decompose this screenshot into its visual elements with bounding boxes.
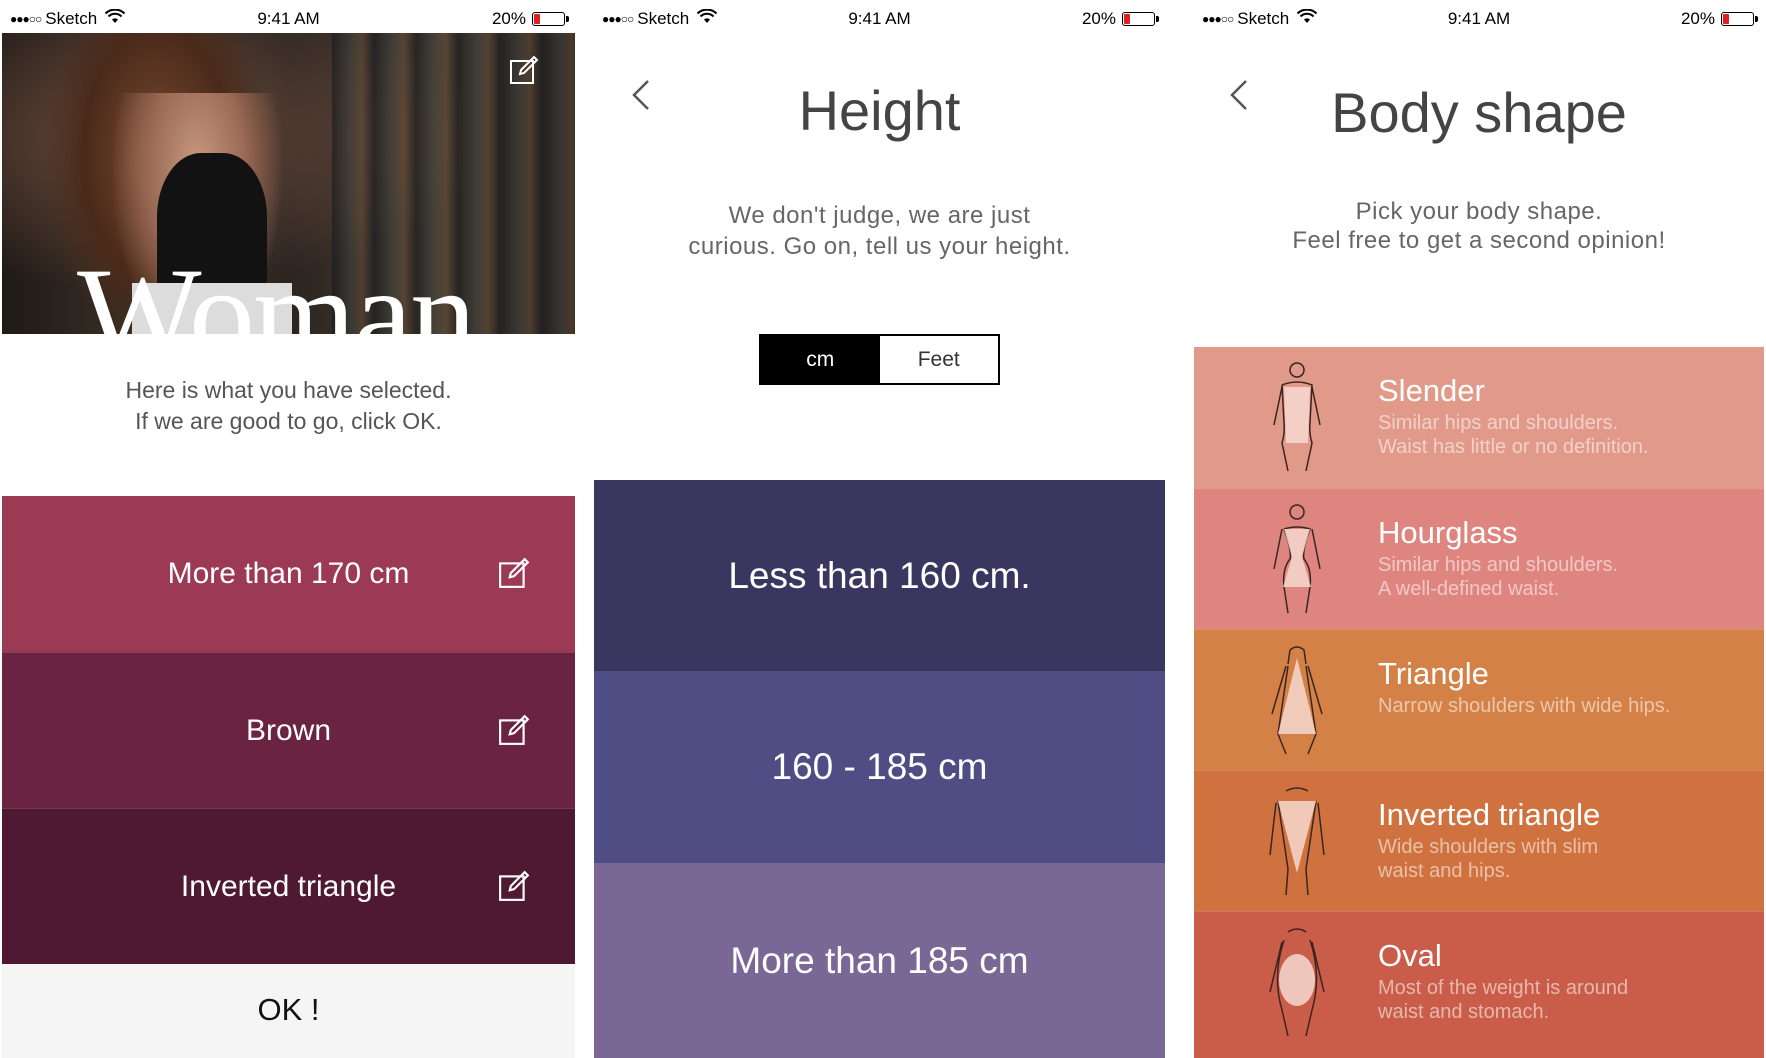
shape-description: Narrow shoulders with wide hips. [1378,694,1748,718]
status-time: 9:41 AM [257,9,320,28]
summary-subtitle: Here is what you have selected. If we ar… [2,375,575,437]
status-time: 9:41 AM [1447,9,1511,28]
battery-icon [1721,12,1758,26]
selection-label: More than 170 cm [167,557,410,590]
page-description: Pick your body shape. Feel free to get a… [1194,197,1764,255]
battery-percent: 20% [1680,9,1715,28]
selection-row-body-shape[interactable]: Inverted triangle [2,808,575,965]
selection-label: Inverted triangle [180,870,397,903]
shape-option-hourglass[interactable]: Hourglass Similar hips and shoulders. A … [1194,488,1764,630]
page-title: Height [798,79,961,142]
inverted-triangle-figure-icon [1264,785,1330,897]
battery-icon [1122,12,1159,26]
shape-description: Wide shoulders with slim waist and hips. [1378,835,1748,883]
height-option[interactable]: Less than 160 cm. [594,480,1165,671]
edit-icon[interactable] [509,55,539,90]
shape-name: Hourglass [1378,515,1518,550]
battery-percent: 20% [1081,9,1116,28]
hourglass-figure-icon [1264,503,1330,615]
triangle-figure-icon [1264,644,1330,756]
shape-description-line: waist and hips. [1378,860,1511,882]
battery-percent: 20% [491,9,526,28]
page-title: Body shape [1331,81,1627,144]
shape-description: Similar hips and shoulders. A well-defin… [1378,553,1748,601]
shape-option-oval[interactable]: Oval Most of the weight is around waist … [1194,911,1764,1058]
unit-option-cm[interactable]: cm [761,336,880,383]
selection-row-hair[interactable]: Brown [2,652,575,809]
ok-bar[interactable]: OK ! [2,964,575,1058]
shape-description: Most of the weight is around waist and s… [1378,976,1748,1024]
edit-icon[interactable] [498,870,530,907]
body-shape-screen: ●●●○○ Sketch 9:41 AM 20% Body shape Pick… [1194,0,1764,1058]
selection-label: Brown [245,714,332,747]
shape-description-line: Wide shoulders with slim [1378,836,1599,858]
subtitle-line: If we are good to go, click OK. [135,408,442,434]
shape-description-line: Waist has little or no definition. [1378,436,1649,458]
shape-description-line: Most of the weight is around [1378,977,1629,999]
description-line: Feel free to get a second opinion! [1292,227,1666,254]
shape-name: Oval [1378,938,1442,973]
hero-image: Woman [2,33,575,334]
description-line: curious. Go on, tell us your height. [688,233,1071,260]
height-screen: ●●●○○ Sketch 9:41 AM 20% Height We don't… [594,0,1165,1058]
shape-name: Triangle [1378,656,1489,691]
status-bar: ●●●○○ Sketch 9:41 AM 20% [594,0,1165,36]
edit-icon[interactable] [498,714,530,751]
height-option[interactable]: 160 - 185 cm [594,671,1165,863]
height-option[interactable]: More than 185 cm [594,863,1165,1058]
ok-button[interactable]: OK ! [2,992,575,1028]
shape-name: Slender [1378,373,1485,408]
shape-option-slender[interactable]: Slender Similar hips and shoulders. Wais… [1194,347,1764,488]
slender-figure-icon [1264,361,1330,473]
shape-description-line: A well-defined waist. [1378,578,1560,600]
oval-figure-icon [1264,926,1330,1038]
subtitle-line: Here is what you have selected. [125,377,452,403]
shape-description-line: Similar hips and shoulders. [1378,412,1619,434]
edit-icon[interactable] [498,557,530,594]
hero-title: Woman [77,240,476,335]
unit-option-feet[interactable]: Feet [880,336,999,383]
shape-option-triangle[interactable]: Triangle Narrow shoulders with wide hips… [1194,629,1764,771]
description-line: We don't judge, we are just [728,202,1031,229]
description-line: Pick your body shape. [1355,198,1603,225]
selection-row-height[interactable]: More than 170 cm [2,496,575,652]
shape-name: Inverted triangle [1378,797,1601,832]
shape-option-inverted-triangle[interactable]: Inverted triangle Wide shoulders with sl… [1194,770,1764,912]
shape-description-line: Similar hips and shoulders. [1378,554,1619,576]
status-time: 9:41 AM [848,9,911,28]
status-bar: ●●●○○ Sketch 9:41 AM 20% [1194,0,1764,36]
page-description: We don't judge, we are just curious. Go … [594,200,1165,262]
battery-icon [532,12,569,26]
shape-description-line: Narrow shoulders with wide hips. [1378,695,1671,717]
shape-description-line: waist and stomach. [1378,1001,1550,1023]
summary-screen: ●●●○○ Sketch 9:41 AM 20% Woman Here is w… [2,0,575,1058]
unit-toggle[interactable]: cm Feet [759,334,1000,385]
shape-description: Similar hips and shoulders. Waist has li… [1378,411,1748,459]
status-bar: ●●●○○ Sketch 9:41 AM 20% [2,0,575,36]
